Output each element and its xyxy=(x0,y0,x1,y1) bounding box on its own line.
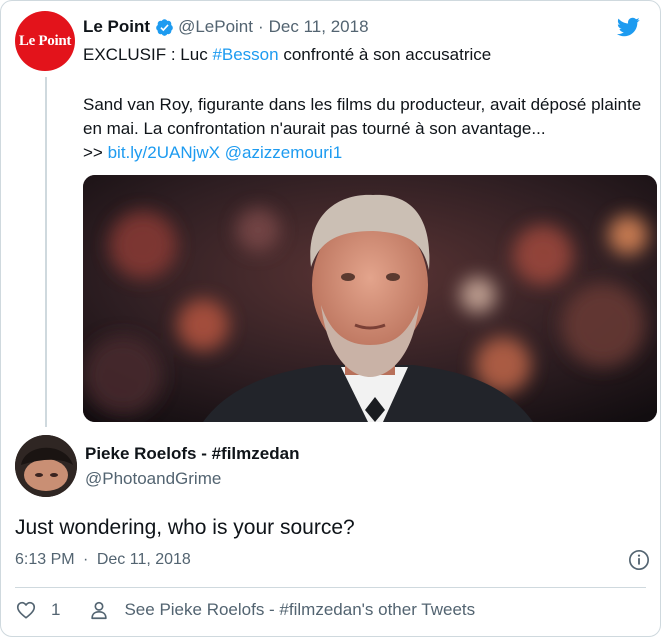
dot-separator: · xyxy=(257,17,264,36)
headline-prefix: EXCLUSIF : Luc xyxy=(83,45,213,64)
tweet-date[interactable]: Dec 11, 2018 xyxy=(269,17,369,37)
twitter-bird-icon[interactable] xyxy=(614,15,642,39)
quoted-tweet-body: Sand van Roy, figurante dans les films d… xyxy=(83,93,651,165)
display-name[interactable]: Le Point xyxy=(83,17,150,37)
handle[interactable]: @LePoint xyxy=(178,17,253,37)
see-other-tweets-label: See Pieke Roelofs - #filmzedan's other T… xyxy=(124,600,476,619)
body-text: Sand van Roy, figurante dans les films d… xyxy=(83,95,642,138)
dot-separator: · xyxy=(83,551,89,568)
portrait-photo-graphic xyxy=(83,175,657,422)
reply-time: 6:13 PM xyxy=(15,551,75,568)
heart-icon xyxy=(16,601,36,619)
short-url-link[interactable]: bit.ly/2UANjwX xyxy=(108,143,220,162)
info-icon[interactable] xyxy=(628,549,650,571)
reply-handle[interactable]: @PhotoandGrime xyxy=(85,469,221,489)
tweet-card: Le Point Le Point @LePoint · Dec 11, 201… xyxy=(0,0,661,637)
reply-timestamp[interactable]: 6:13 PM · Dec 11, 2018 xyxy=(15,551,191,569)
person-icon xyxy=(91,601,108,620)
headline-suffix: confronté à son accusatrice xyxy=(278,45,492,64)
thread-line xyxy=(45,77,47,427)
reply-date: Dec 11, 2018 xyxy=(96,551,191,568)
avatar-photo-graphic xyxy=(15,435,77,497)
avatar-text: Le Point xyxy=(18,32,72,49)
tweet-photo[interactable] xyxy=(83,175,657,422)
reply-display-name[interactable]: Pieke Roelofs - #filmzedan xyxy=(85,444,299,464)
reply-text: Just wondering, who is your source? xyxy=(15,516,355,539)
action-bar: 1 See Pieke Roelofs - #filmzedan's other… xyxy=(15,599,475,621)
hashtag-link[interactable]: #Besson xyxy=(212,45,278,64)
le-point-avatar[interactable]: Le Point xyxy=(15,11,75,71)
like-button[interactable]: 1 xyxy=(15,599,60,621)
pieke-roelofs-avatar[interactable] xyxy=(15,435,77,497)
see-other-tweets-link[interactable]: See Pieke Roelofs - #filmzedan's other T… xyxy=(88,599,475,621)
link-prefix: >> xyxy=(83,143,108,162)
verified-badge-icon xyxy=(156,18,173,36)
mention-link[interactable]: @azizzemouri1 xyxy=(225,143,342,162)
divider xyxy=(15,587,646,588)
quoted-tweet-header: Le Point @LePoint · Dec 11, 2018 xyxy=(83,17,369,37)
quoted-tweet-headline: EXCLUSIF : Luc #Besson confronté à son a… xyxy=(83,45,491,65)
like-count: 1 xyxy=(51,600,61,619)
